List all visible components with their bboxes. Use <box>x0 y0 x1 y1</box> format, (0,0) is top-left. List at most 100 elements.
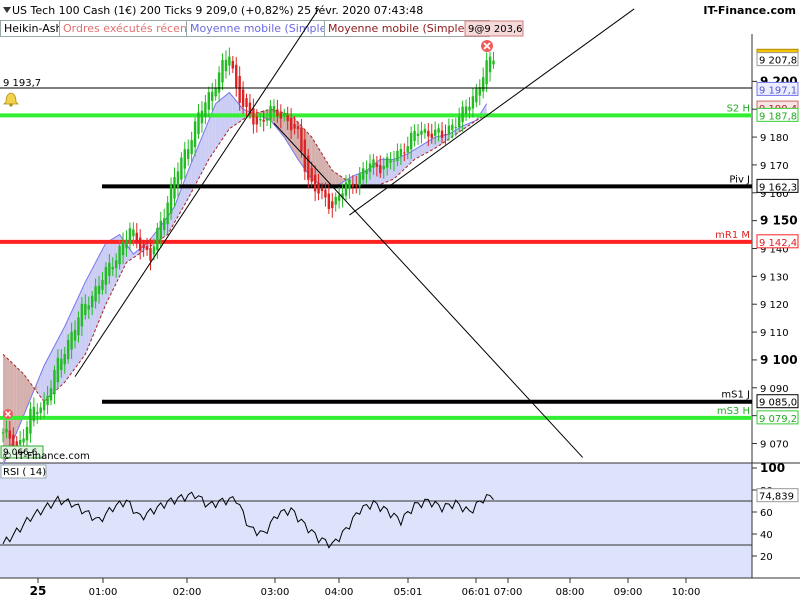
candle-body <box>379 165 382 174</box>
candle-body <box>300 127 303 152</box>
candle-body <box>118 246 121 265</box>
candle-body <box>90 295 94 308</box>
time-tick-label: 01:00 <box>89 587 118 598</box>
sma-band-segment <box>229 92 233 129</box>
candle-body <box>283 113 286 116</box>
trendline <box>273 122 584 458</box>
time-tick-label: 04:00 <box>325 587 354 598</box>
candle-body <box>238 76 241 103</box>
level-name: mR1 M <box>715 230 750 241</box>
candle-body <box>128 228 132 245</box>
price-chart: S2 HPiv JmR1 MmS1 JmS3 H 9 2009 1909 180… <box>0 8 800 598</box>
candle-body <box>156 228 159 251</box>
candle-body <box>8 430 12 439</box>
candle-body <box>94 286 97 302</box>
level-name: mS3 H <box>717 406 750 417</box>
candle-body <box>84 303 87 316</box>
sma-band-segment <box>219 98 223 145</box>
candle-body <box>228 56 231 66</box>
candle-body <box>173 176 176 199</box>
candle-body <box>454 127 457 129</box>
candle-body <box>403 152 406 154</box>
time-tick-label: 10:00 <box>672 587 701 598</box>
candle-body <box>286 114 289 122</box>
candle-body <box>355 185 358 187</box>
sma-band-segment <box>225 92 230 134</box>
price-tick-label: 9 180 <box>760 133 789 144</box>
level-name: S2 H <box>727 103 750 114</box>
candle-body <box>293 124 296 129</box>
price-tick-label: 9 110 <box>760 328 789 339</box>
candle-body <box>382 165 385 170</box>
candle-body <box>25 427 29 441</box>
candle-body <box>324 189 327 198</box>
time-tick-label: 03:00 <box>261 587 290 598</box>
candle-body <box>317 183 320 194</box>
rsi-value-label: 74,839 <box>759 492 794 503</box>
sma-band-segment <box>6 357 10 458</box>
price-tick-label: 9 090 <box>760 384 789 395</box>
sma-band-segment <box>16 367 21 433</box>
candle-body <box>276 109 279 117</box>
candle-body <box>42 399 46 411</box>
candle-body <box>53 370 56 395</box>
candle-body <box>104 267 108 285</box>
candle-body <box>409 132 413 150</box>
price-label: 9 207,8 <box>759 56 797 67</box>
price-tick-label: 9 070 <box>760 440 789 451</box>
candle-body <box>245 98 248 107</box>
level-name: Piv J <box>729 174 750 185</box>
candle-body <box>464 106 468 115</box>
candle-body <box>399 148 403 156</box>
candle-body <box>265 118 269 121</box>
candle-body <box>211 91 214 101</box>
candle-body <box>313 174 317 192</box>
candle-body <box>63 354 66 365</box>
trendline <box>349 8 635 216</box>
candle-body <box>145 246 149 250</box>
candle-body <box>444 134 447 136</box>
rsi-panel-bg <box>0 463 752 578</box>
candle-body <box>433 129 437 136</box>
candle-body <box>485 60 488 85</box>
candle-body <box>475 88 478 103</box>
price-tick-label: 9 120 <box>760 300 789 311</box>
candle-body <box>22 438 25 443</box>
sma-band-segment <box>232 96 237 127</box>
candle-body <box>111 266 114 270</box>
time-tick-label: 08:00 <box>556 587 585 598</box>
candle-body <box>169 183 173 214</box>
candle-body <box>269 105 272 120</box>
bell-icon[interactable] <box>3 92 19 107</box>
rsi-tick-label: 60 <box>760 508 773 519</box>
sma-band-segment <box>325 159 329 188</box>
candle-body <box>87 305 90 310</box>
candle-body <box>423 128 427 133</box>
candle-body <box>361 168 365 180</box>
candle-body <box>121 241 125 256</box>
last-trade-tag: 9@9 203,6 <box>468 24 523 35</box>
candle-body <box>440 130 444 138</box>
candle-body <box>70 331 73 350</box>
candle-body <box>368 163 372 172</box>
candle-body <box>447 125 451 135</box>
time-tick-label: 02:00 <box>173 587 202 598</box>
candle-body <box>241 89 245 107</box>
candle-body <box>66 339 70 360</box>
candle-body <box>320 188 324 192</box>
candle-body <box>375 163 379 167</box>
candle-body <box>334 196 337 205</box>
candle-body <box>392 160 396 162</box>
candle-body <box>97 285 101 294</box>
candle-body <box>259 118 262 121</box>
candle-body <box>221 59 224 83</box>
price-label: 9 197,1 <box>759 85 797 96</box>
candle-body <box>46 395 49 406</box>
sma-band-segment <box>435 136 439 149</box>
candle-body <box>396 150 399 162</box>
sma20-line <box>2 91 488 466</box>
candle-body <box>193 121 197 148</box>
candle-body <box>413 130 416 142</box>
candle-body <box>406 146 409 153</box>
last-order-x-icon <box>481 40 493 52</box>
